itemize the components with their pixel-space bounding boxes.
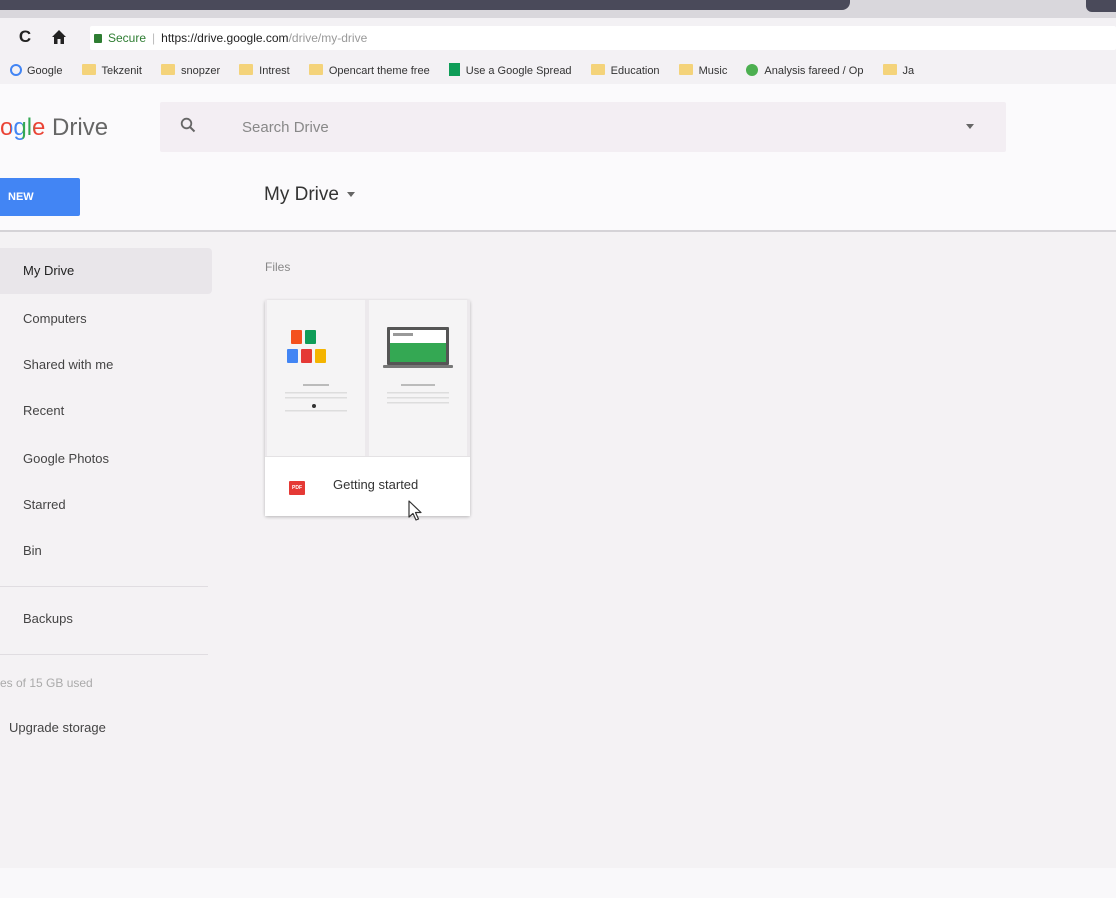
bookmark-label: Ja <box>902 65 915 77</box>
bookmark-label: Education <box>610 65 660 77</box>
search-icon[interactable] <box>180 117 196 133</box>
sidebar-divider <box>0 654 208 655</box>
bookmark-snopzer[interactable]: snopzer <box>160 58 221 84</box>
storage-usage-text: es of 15 GB used <box>0 676 93 690</box>
bookmark-intrest[interactable]: Intrest <box>239 58 290 84</box>
bookmark-label: Google <box>27 65 63 77</box>
reload-icon[interactable]: C <box>14 26 36 48</box>
search-input[interactable] <box>242 115 942 139</box>
secure-label: Secure <box>108 31 147 45</box>
bookmark-analysis[interactable]: Analysis fareed / Op <box>746 58 863 84</box>
home-icon[interactable] <box>48 26 70 48</box>
sidebar-item-label: Backups <box>23 611 73 626</box>
browser-tab-strip <box>0 0 1116 18</box>
thumbnail-page <box>369 300 467 456</box>
browser-toolbar: C Secure | https://drive.google.com/drive/… <box>0 18 1116 58</box>
folder-icon <box>81 64 96 75</box>
upgrade-storage-link[interactable]: Upgrade storage <box>9 720 106 735</box>
browser-tab[interactable] <box>1086 0 1116 12</box>
sidebar-item-recent[interactable]: Recent <box>0 388 212 434</box>
bookmark-google-spreadsheet[interactable]: Use a Google Spread <box>448 58 572 84</box>
file-thumbnail <box>265 300 470 456</box>
sidebar: My Drive Computers Shared with me Recent… <box>0 234 212 774</box>
chevron-down-icon <box>346 192 355 197</box>
sidebar-item-label: Google Photos <box>23 451 110 466</box>
bookmark-label: Music <box>698 65 728 77</box>
sidebar-item-computers[interactable]: Computers <box>0 296 212 342</box>
bookmarks-bar: Google Tekzenit snopzer Intrest Opencart… <box>0 58 1116 84</box>
sidebar-item-starred[interactable]: Starred <box>0 482 212 528</box>
bookmark-tekzenit[interactable]: Tekzenit <box>81 58 142 84</box>
bookmark-label: Tekzenit <box>101 65 142 77</box>
drive-logo[interactable]: ogle Drive <box>0 114 108 142</box>
logo-google-partial: ogle <box>0 114 46 141</box>
file-name: Getting started <box>333 477 419 492</box>
bottom-area <box>0 868 1116 898</box>
browser-tab[interactable] <box>0 0 850 10</box>
sidebar-item-shared-with-me[interactable]: Shared with me <box>0 342 212 388</box>
bookmark-google[interactable]: Google <box>10 58 62 84</box>
folder-icon <box>160 64 175 75</box>
google-icon <box>10 64 22 76</box>
sidebar-item-label: Recent <box>23 403 65 418</box>
bookmark-label: Use a Google Spread <box>465 65 572 77</box>
mouse-cursor-icon <box>408 500 422 521</box>
address-bar[interactable]: Secure | https://drive.google.com/drive/my… <box>90 26 1116 50</box>
bookmark-opencart[interactable]: Opencart theme free <box>308 58 430 84</box>
app-icon <box>746 64 759 76</box>
bookmark-music[interactable]: Music <box>678 58 728 84</box>
lock-icon <box>94 34 102 43</box>
new-button[interactable]: NEW <box>0 178 80 216</box>
page-title-text: My Drive <box>264 184 339 205</box>
folder-icon <box>882 64 897 75</box>
files-section-label: Files <box>265 260 291 274</box>
pdf-icon: PDF <box>289 481 305 495</box>
google-apps-icon <box>285 330 347 412</box>
separator: | <box>152 31 156 45</box>
sidebar-item-google-photos[interactable]: Google Photos <box>0 436 212 482</box>
page-title[interactable]: My Drive <box>264 184 355 206</box>
bookmark-ja[interactable]: Ja <box>882 58 915 84</box>
folder-icon <box>590 64 605 75</box>
drive-header: ogle Drive NEW My Drive <box>0 84 1116 232</box>
thumbnail-page <box>267 300 365 456</box>
bookmark-label: snopzer <box>180 65 221 77</box>
sidebar-item-label: My Drive <box>23 263 75 278</box>
sidebar-item-label: Shared with me <box>23 357 114 372</box>
bookmark-label: Opencart theme free <box>328 65 430 77</box>
laptop-icon <box>383 327 453 404</box>
url-host: https://drive.google.com <box>161 31 289 45</box>
bookmark-label: Intrest <box>259 65 290 77</box>
logo-product: Drive <box>52 114 109 141</box>
sidebar-item-label: Computers <box>23 311 87 326</box>
sidebar-divider <box>0 586 208 587</box>
sidebar-item-label: Starred <box>23 497 66 512</box>
search-box[interactable] <box>160 102 1006 152</box>
url-path: /drive/my-drive <box>288 31 368 45</box>
sheets-icon <box>448 63 460 76</box>
search-options-dropdown-icon[interactable] <box>966 124 974 129</box>
bookmark-education[interactable]: Education <box>590 58 660 84</box>
sidebar-item-my-drive[interactable]: My Drive <box>0 248 212 294</box>
file-card[interactable]: PDF Getting started <box>265 300 470 516</box>
file-card-footer: PDF Getting started <box>265 456 470 516</box>
sidebar-item-bin[interactable]: Bin <box>0 528 212 574</box>
folder-icon <box>678 64 693 75</box>
folder-icon <box>239 64 254 75</box>
bookmark-label: Analysis fareed / Op <box>764 65 864 77</box>
folder-icon <box>308 64 323 75</box>
sidebar-item-backups[interactable]: Backups <box>0 596 212 642</box>
sidebar-item-label: Bin <box>23 543 42 558</box>
